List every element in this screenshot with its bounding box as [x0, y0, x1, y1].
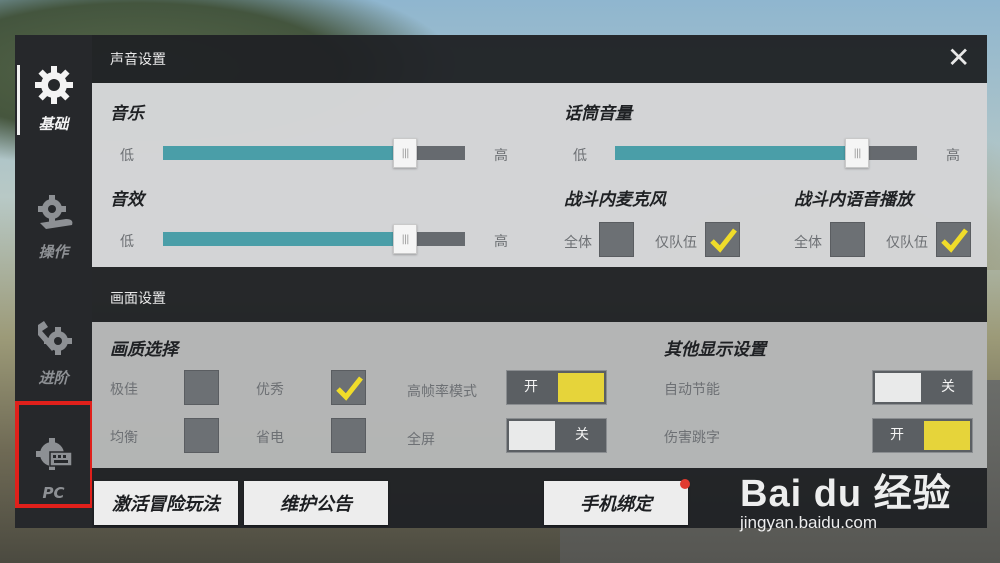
quality-balanced-checkbox[interactable] — [184, 418, 219, 453]
battle-voice-team-checkbox[interactable] — [936, 222, 971, 257]
effects-high-label: 高 — [494, 234, 508, 250]
mic-volume-slider-fill — [615, 146, 857, 160]
quality-option-label: 均衡 — [110, 430, 138, 446]
music-slider-thumb[interactable]: ||| — [393, 138, 417, 168]
other-display-label: 其他显示设置 — [664, 340, 766, 360]
close-button[interactable]: ✕ — [947, 44, 970, 72]
toggle-off-text: 关 — [575, 427, 589, 443]
music-label: 音乐 — [110, 104, 144, 124]
mic-volume-slider-thumb[interactable]: ||| — [845, 138, 869, 168]
mic-volume-high-label: 高 — [946, 148, 960, 164]
sidebar-item-label: 操作 — [38, 242, 69, 261]
battle-mic-label: 战斗内麦克风 — [564, 190, 666, 210]
quality-option-label: 极佳 — [110, 382, 138, 398]
quality-excellent-checkbox[interactable] — [331, 370, 366, 405]
quality-option-label: 省电 — [256, 430, 284, 446]
sidebar-item-label: 基础 — [38, 114, 69, 133]
display-settings-title: 画面设置 — [110, 291, 166, 307]
battle-voice-all-checkbox[interactable] — [830, 222, 865, 257]
sidebar-item-label: 进阶 — [38, 368, 69, 387]
gear-icon — [34, 65, 73, 104]
music-slider[interactable]: ||| — [163, 138, 465, 168]
toggle-knob — [509, 421, 555, 450]
music-low-label: 低 — [120, 148, 134, 164]
mic-volume-label: 话筒音量 — [564, 104, 632, 124]
toggle-knob — [558, 373, 604, 402]
sidebar-item-advanced[interactable]: 进阶 — [15, 297, 92, 407]
auto-power-toggle[interactable]: 关 — [872, 370, 973, 405]
checkmark-icon — [709, 227, 737, 253]
sidebar-item-basic[interactable]: 基础 — [15, 43, 92, 153]
quality-power-saving-checkbox[interactable] — [331, 418, 366, 453]
damage-numbers-toggle[interactable]: 开 — [872, 418, 973, 453]
hand-gear-icon — [37, 194, 72, 229]
effects-label: 音效 — [110, 190, 144, 210]
watermark-logo: Bai du 经验 — [740, 473, 952, 515]
music-high-label: 高 — [494, 148, 508, 164]
music-slider-fill — [163, 146, 405, 160]
fullscreen-label: 全屏 — [407, 432, 435, 448]
maintenance-notice-button[interactable]: 维护公告 — [244, 481, 388, 525]
bind-phone-button[interactable]: 手机绑定 — [544, 479, 690, 525]
effects-slider[interactable]: ||| — [163, 224, 465, 254]
battle-mic-team-checkbox[interactable] — [705, 222, 740, 257]
effects-slider-thumb[interactable]: ||| — [393, 224, 417, 254]
quality-label: 画质选择 — [110, 340, 178, 360]
battle-mic-team-label: 仅队伍 — [655, 235, 697, 251]
sidebar-item-controls[interactable]: 操作 — [15, 171, 92, 281]
notification-dot — [680, 479, 690, 489]
bind-phone-label: 手机绑定 — [580, 494, 652, 515]
toggle-off-text: 关 — [941, 379, 955, 395]
activate-adventure-button[interactable]: 激活冒险玩法 — [94, 481, 238, 525]
quality-option-label: 优秀 — [256, 382, 284, 398]
checkmark-icon — [335, 375, 363, 401]
battle-mic-all-label: 全体 — [564, 235, 592, 251]
fullscreen-toggle[interactable]: 关 — [506, 418, 607, 453]
mic-volume-low-label: 低 — [573, 148, 587, 164]
battle-voice-label: 战斗内语音播放 — [794, 190, 913, 210]
baidu-jingyan-watermark: Bai du 经验 jingyan.baidu.com — [740, 462, 952, 533]
quality-best-checkbox[interactable] — [184, 370, 219, 405]
effects-slider-fill — [163, 232, 405, 246]
toggle-on-text: 开 — [890, 427, 904, 443]
high-fps-toggle[interactable]: 开 — [506, 370, 607, 405]
damage-numbers-label: 伤害跳字 — [664, 430, 720, 446]
effects-low-label: 低 — [120, 234, 134, 250]
toggle-knob — [924, 421, 970, 450]
battle-mic-all-checkbox[interactable] — [599, 222, 634, 257]
wrench-gear-icon — [37, 320, 72, 355]
battle-voice-team-label: 仅队伍 — [886, 235, 928, 251]
mic-volume-slider[interactable]: ||| — [615, 138, 917, 168]
pc-tab-highlight-box — [15, 401, 94, 508]
battle-voice-all-label: 全体 — [794, 235, 822, 251]
high-fps-label: 高帧率模式 — [407, 384, 477, 400]
sound-settings-block: 音乐 低 ||| 高 音效 低 ||| 高 话筒音量 低 ||| 高 战斗内麦克… — [92, 83, 987, 267]
auto-power-label: 自动节能 — [664, 382, 720, 398]
display-settings-block: 画质选择 极佳 优秀 均衡 省电 高帧率模式 开 全屏 关 其他显示设置 自动节… — [92, 322, 987, 468]
toggle-on-text: 开 — [524, 379, 538, 395]
checkmark-icon — [940, 227, 968, 253]
toggle-knob — [875, 373, 921, 402]
settings-panel: 声音设置 ✕ 音乐 低 ||| 高 音效 低 ||| 高 话筒音量 低 ||| … — [92, 35, 987, 528]
sound-settings-title: 声音设置 — [110, 52, 166, 68]
